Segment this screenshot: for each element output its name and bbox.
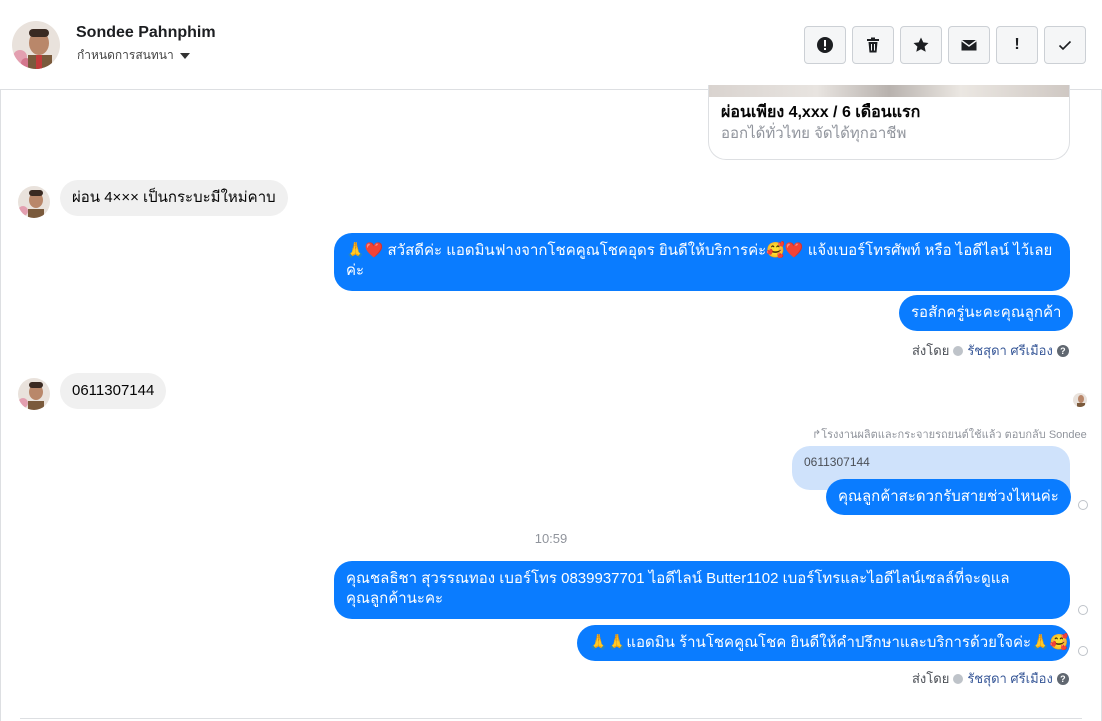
outgoing-message[interactable]: รอสักครู่นะคะคุณลูกค้า <box>899 295 1074 331</box>
sent-by-info: ส่งโดย รัชสุดา ศรีเมือง ? <box>912 668 1069 689</box>
contact-name[interactable]: Sondee Pahnphim <box>76 24 216 42</box>
link-preview-card[interactable]: ผ่อนเพียง 4,xxx / 6 เดือนแรก ออกได้ทั่วไ… <box>708 85 1070 160</box>
link-preview-description: ออกได้ทั่วไทย จัดได้ทุกอาชีพ <box>721 125 907 142</box>
star-button[interactable] <box>900 26 942 64</box>
caret-down-icon <box>179 53 190 59</box>
outgoing-message[interactable]: 🙏🙏แอดมิน ร้านโชคคูณโชค ยินดีให้คำปรึกษาแ… <box>577 625 1070 661</box>
help-icon[interactable]: ? <box>1056 672 1069 685</box>
envelope-icon <box>961 39 977 51</box>
agent-name[interactable]: รัชสุดา ศรีเมือง <box>967 340 1053 361</box>
help-icon[interactable]: ? <box>1056 344 1069 357</box>
conversation-schedule-label: กำหนดการสนทนา <box>77 48 174 62</box>
agent-name[interactable]: รัชสุดา ศรีเมือง <box>967 668 1053 689</box>
spam-button[interactable]: ! <box>996 26 1038 64</box>
conversation-header: Sondee Pahnphim กำหนดการสนทนา ! <box>0 0 1102 90</box>
contact-avatar-small[interactable] <box>18 186 50 218</box>
conversation-schedule-dropdown[interactable]: กำหนดการสนทนา <box>77 46 190 65</box>
outgoing-message[interactable]: คุณชลธิชา สุวรรณทอง เบอร์โทร 0839937701 … <box>334 561 1070 619</box>
link-preview-image <box>709 85 1069 97</box>
time-separator: 10:59 <box>534 531 568 546</box>
trash-icon <box>867 37 879 53</box>
exclamation-icon: ! <box>1014 36 1020 53</box>
seen-avatar <box>1073 393 1087 407</box>
header-toolbar: ! <box>804 26 1086 64</box>
sent-by-info: ส่งโดย รัชสุดา ศรีเมือง ? <box>912 340 1069 361</box>
mark-done-button[interactable] <box>1044 26 1086 64</box>
incoming-message[interactable]: ผ่อน 4××× เป็นกระบะมีใหม่คาบ <box>60 180 288 216</box>
outgoing-message[interactable]: 🙏❤️ สวัสดีค่ะ แอดมินฟางจากโชคคูณโชคอุดร … <box>334 233 1070 291</box>
delete-button[interactable] <box>852 26 894 64</box>
message-line: 🙏❤️ สวัสดีค่ะ แอดมินฟางจากโชคคูณโชคอุดร … <box>346 242 1053 259</box>
check-icon <box>1058 40 1072 51</box>
alert-circle-icon <box>817 37 833 53</box>
agent-status-icon <box>953 673 964 684</box>
outgoing-message[interactable]: คุณลูกค้าสะดวกรับสายช่วงไหนค่ะ <box>826 479 1071 515</box>
star-icon <box>913 37 929 52</box>
sent-by-label: ส่งโดย <box>912 671 950 686</box>
contact-avatar[interactable] <box>12 21 60 69</box>
message-line: ค่ะ <box>346 262 365 279</box>
sent-by-label: ส่งโดย <box>912 343 950 358</box>
message-line: คุณลูกค้านะคะ <box>346 590 444 607</box>
delivered-icon <box>1078 605 1088 615</box>
incoming-message[interactable]: 0611307144 <box>60 373 167 409</box>
reply-metadata: ↱โรงงานผลิตและกระจายรถยนต์ใช้แล้ว ตอบกลั… <box>812 429 1087 441</box>
delivered-icon <box>1078 646 1088 656</box>
message-line: คุณชลธิชา สุวรรณทอง เบอร์โทร 0839937701 … <box>346 570 1010 587</box>
composer-divider <box>20 718 1082 719</box>
delivered-icon <box>1078 500 1088 510</box>
mark-unread-button[interactable] <box>948 26 990 64</box>
agent-status-icon <box>953 345 964 356</box>
alert-button[interactable] <box>804 26 846 64</box>
contact-avatar-small[interactable] <box>18 378 50 410</box>
